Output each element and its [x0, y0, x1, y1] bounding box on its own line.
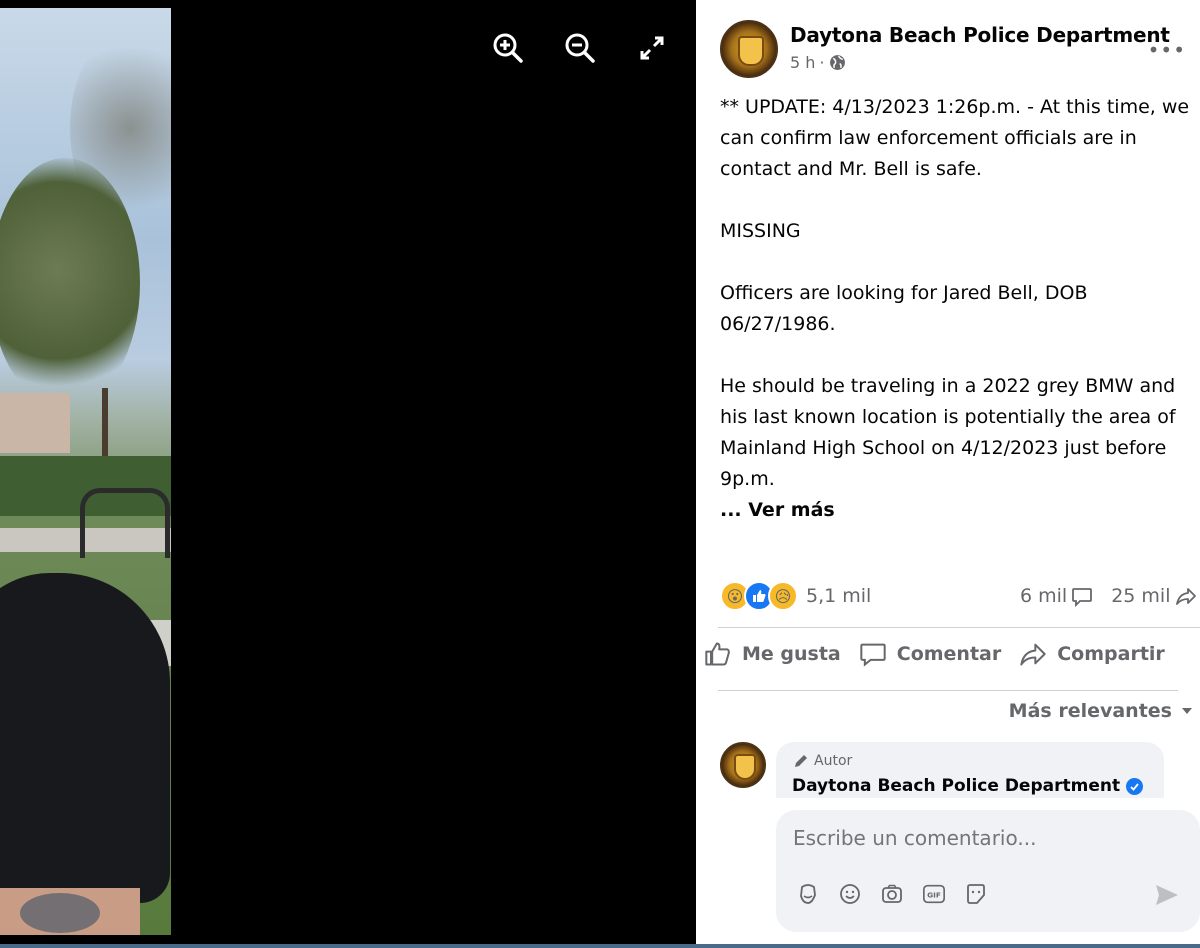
comment-input[interactable] — [793, 826, 1173, 850]
post-officers-paragraph: Officers are looking for Jared Bell, DOB… — [720, 282, 1088, 335]
gif-icon: GIF — [923, 884, 945, 904]
comment-bubble: Autor Daytona Beach Police Department — [776, 742, 1164, 798]
zoom-out-icon — [565, 33, 595, 63]
comment-author-name[interactable]: Daytona Beach Police Department — [792, 776, 1148, 796]
reactions-bar: 😮 😥 5,1 mil 6 mil 25 mil — [720, 578, 1200, 614]
divider — [718, 627, 1200, 628]
gif-button[interactable]: GIF — [922, 882, 946, 906]
comment-icon — [1072, 588, 1093, 607]
author-badge: Autor — [792, 752, 1148, 770]
sad-reaction-icon: 😥 — [768, 581, 798, 611]
svg-text:GIF: GIF — [927, 891, 941, 900]
camera-button[interactable] — [880, 882, 904, 906]
like-button[interactable]: Me gusta — [704, 640, 841, 668]
send-icon[interactable] — [1154, 882, 1180, 908]
comment-item: Autor Daytona Beach Police Department — [720, 742, 1164, 798]
comment-icon — [860, 643, 886, 667]
post-time[interactable]: 5 h — [790, 53, 815, 72]
post-details-paragraph: He should be traveling in a 2022 grey BM… — [720, 375, 1176, 490]
reaction-count[interactable]: 5,1 mil — [806, 585, 871, 607]
page-avatar[interactable] — [720, 20, 778, 78]
comment-button[interactable]: Comentar — [859, 640, 1001, 668]
post-photo[interactable] — [0, 8, 171, 935]
comment-composer: GIF — [776, 810, 1200, 932]
caret-down-icon — [1182, 708, 1192, 714]
pencil-icon — [795, 755, 807, 767]
photo-viewer — [0, 0, 696, 948]
sticker-icon — [967, 884, 985, 904]
avatar-sticker-icon — [800, 884, 816, 904]
divider — [718, 690, 1178, 691]
post-missing-paragraph: MISSING — [720, 220, 801, 242]
zoom-in-button[interactable] — [490, 30, 526, 66]
zoom-in-icon — [493, 33, 523, 63]
post-header: Daytona Beach Police Department 5 h · — [720, 20, 1170, 78]
camera-icon — [882, 884, 902, 903]
post-text: ** UPDATE: 4/13/2023 1:26p.m. - At this … — [720, 92, 1198, 526]
window-bottom-edge — [0, 944, 1200, 948]
sticker-button[interactable] — [964, 882, 988, 906]
composer-tools: GIF — [796, 882, 988, 906]
avatar-sticker-button[interactable] — [796, 882, 820, 906]
post-panel: Daytona Beach Police Department 5 h · ••… — [696, 0, 1200, 948]
shares-count[interactable]: 25 mil — [1111, 585, 1196, 607]
emoji-icon — [840, 884, 860, 904]
post-actions: Me gusta Comentar Compartir — [704, 640, 1165, 668]
fullscreen-button[interactable] — [634, 30, 670, 66]
fullscreen-icon — [640, 36, 664, 60]
zoom-out-button[interactable] — [562, 30, 598, 66]
share-icon — [1175, 588, 1196, 605]
comment-avatar[interactable] — [720, 742, 766, 788]
comment-sort-dropdown[interactable]: Más relevantes — [1009, 700, 1194, 722]
viewer-toolbar — [490, 30, 670, 66]
page-name-link[interactable]: Daytona Beach Police Department — [790, 23, 1170, 47]
emoji-button[interactable] — [838, 882, 862, 906]
globe-icon — [829, 55, 845, 70]
post-meta: 5 h · — [790, 53, 1170, 72]
more-options-icon[interactable]: ••• — [1148, 38, 1186, 62]
post-update-paragraph: ** UPDATE: 4/13/2023 1:26p.m. - At this … — [720, 96, 1190, 180]
verified-badge-icon — [1126, 777, 1144, 795]
reaction-icons[interactable]: 😮 😥 — [720, 581, 798, 611]
comments-count[interactable]: 6 mil — [1020, 585, 1093, 607]
share-icon — [1020, 643, 1046, 666]
see-more-link[interactable]: ... Ver más — [720, 495, 835, 526]
thumbs-up-icon — [705, 642, 730, 666]
share-button[interactable]: Compartir — [1019, 640, 1165, 668]
